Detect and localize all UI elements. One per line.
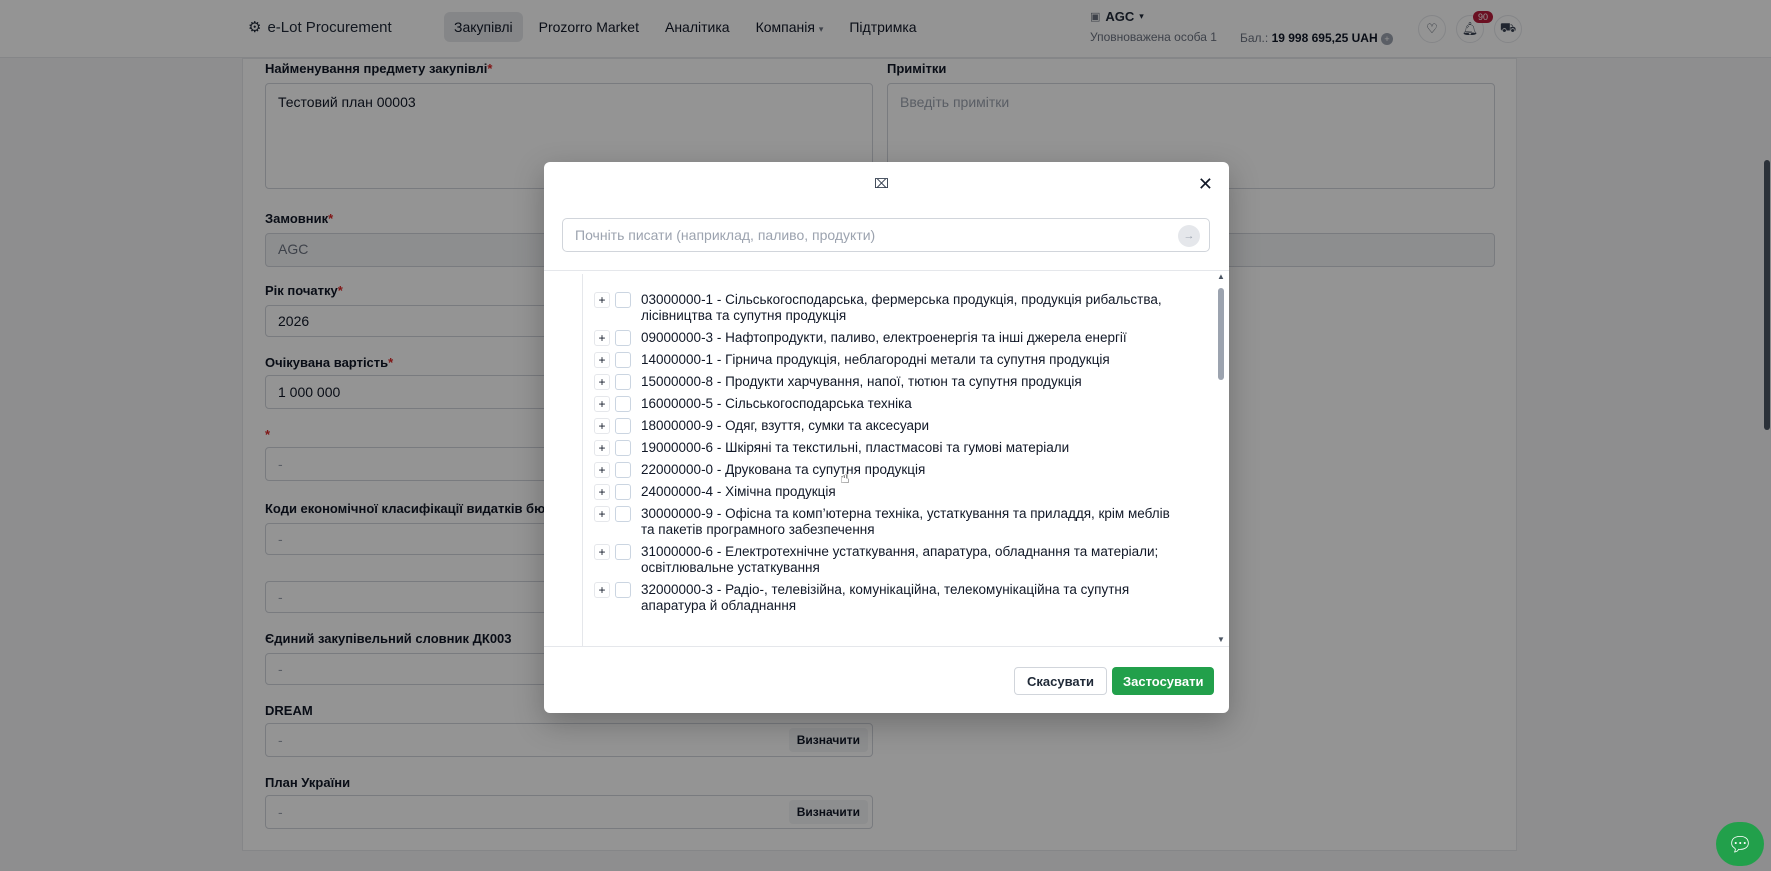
tree-item-checkbox[interactable]: [615, 292, 631, 308]
tree-item[interactable]: +03000000-1 - Сільськогосподарська, ферм…: [594, 292, 1202, 324]
tree-item-checkbox[interactable]: [615, 374, 631, 390]
cpv-search-input[interactable]: [562, 218, 1210, 252]
expand-plus-icon[interactable]: +: [594, 544, 610, 560]
scroll-down-icon[interactable]: ▼: [1217, 635, 1225, 644]
tree-item-checkbox[interactable]: [615, 440, 631, 456]
tree-item-label: 16000000-5 - Сільськогосподарська технік…: [641, 396, 912, 411]
tree-item-checkbox[interactable]: [615, 352, 631, 368]
scroll-thumb[interactable]: [1218, 288, 1224, 380]
cpv-tree: +03000000-1 - Сільськогосподарська, ферм…: [562, 274, 1202, 646]
tree-item-label: 19000000-6 - Шкіряні та текстильні, плас…: [641, 440, 1070, 455]
tree-item-label: 31000000-6 - Електротехнічне устаткуванн…: [641, 544, 1159, 575]
expand-plus-icon[interactable]: +: [594, 506, 610, 522]
expand-plus-icon[interactable]: +: [594, 484, 610, 500]
expand-plus-icon[interactable]: +: [594, 396, 610, 412]
scroll-up-icon[interactable]: ▲: [1217, 272, 1225, 281]
tree-item-label: 18000000-9 - Одяг, взуття, сумки та аксе…: [641, 418, 930, 433]
tree-scrollbar[interactable]: ▲ ▼: [1217, 272, 1225, 644]
tree-item-label: 14000000-1 - Гірнича продукція, неблагор…: [641, 352, 1110, 367]
apply-button[interactable]: Застосувати: [1112, 667, 1215, 695]
tree-item[interactable]: +19000000-6 - Шкіряні та текстильні, пла…: [594, 440, 1202, 456]
divider: [544, 270, 1229, 271]
tree-item-checkbox[interactable]: [615, 462, 631, 478]
expand-plus-icon[interactable]: +: [594, 440, 610, 456]
chat-icon[interactable]: 💬︎: [1716, 822, 1764, 866]
arrow-right-icon[interactable]: →: [1178, 225, 1200, 247]
tree-item-checkbox[interactable]: [615, 418, 631, 434]
expand-plus-icon[interactable]: +: [594, 374, 610, 390]
mouse-cursor-icon: ☝: [840, 470, 850, 487]
tree-item-checkbox[interactable]: [615, 506, 631, 522]
tree-item-label: 32000000-3 - Радіо-, телевізійна, комуні…: [641, 582, 1130, 613]
divider: [544, 646, 1229, 647]
tree-item[interactable]: +18000000-9 - Одяг, взуття, сумки та акс…: [594, 418, 1202, 434]
tree-item[interactable]: +31000000-6 - Електротехнічне устаткуван…: [594, 544, 1202, 576]
tree-item-label: 15000000-8 - Продукти харчування, напої,…: [641, 374, 1082, 389]
tree-item-checkbox[interactable]: [615, 396, 631, 412]
close-icon[interactable]: ✕: [1198, 174, 1213, 195]
expand-plus-icon[interactable]: +: [594, 462, 610, 478]
tree-guide-line: [582, 274, 583, 646]
tree-item-label: 30000000-9 - Офісна та комп’ютерна техні…: [641, 506, 1170, 537]
tree-item-label: 03000000-1 - Сільськогосподарська, ферме…: [641, 292, 1162, 323]
tree-item[interactable]: +22000000-0 - Друкована та супутня проду…: [594, 462, 1202, 478]
tree-item-label: 22000000-0 - Друкована та супутня продук…: [641, 462, 926, 477]
tree-item[interactable]: +24000000-4 - Хімічна продукція: [594, 484, 1202, 500]
tree-item[interactable]: +14000000-1 - Гірнича продукція, неблаго…: [594, 352, 1202, 368]
tree-item[interactable]: +32000000-3 - Радіо-, телевізійна, комун…: [594, 582, 1202, 614]
cpv-picker-modal: ⌧ ✕ → +03000000-1 - Сільськогосподарська…: [544, 162, 1229, 713]
tree-item-checkbox[interactable]: [615, 544, 631, 560]
tree-item[interactable]: +15000000-8 - Продукти харчування, напої…: [594, 374, 1202, 390]
tree-item[interactable]: +30000000-9 - Офісна та комп’ютерна техн…: [594, 506, 1202, 538]
tree-item-checkbox[interactable]: [615, 330, 631, 346]
expand-plus-icon[interactable]: +: [594, 352, 610, 368]
expand-plus-icon[interactable]: +: [594, 292, 610, 308]
tree-item[interactable]: +16000000-5 - Сільськогосподарська техні…: [594, 396, 1202, 412]
cancel-button[interactable]: Скасувати: [1014, 667, 1107, 695]
expand-plus-icon[interactable]: +: [594, 330, 610, 346]
tree-item-label: 24000000-4 - Хімічна продукція: [641, 484, 836, 499]
tree-item-checkbox[interactable]: [615, 582, 631, 598]
tree-item-checkbox[interactable]: [615, 484, 631, 500]
tree-item-label: 09000000-3 - Нафтопродукти, паливо, елек…: [641, 330, 1127, 345]
expand-plus-icon[interactable]: +: [594, 418, 610, 434]
expand-plus-icon[interactable]: +: [594, 582, 610, 598]
dictionary-icon: ⌧: [874, 176, 889, 191]
tree-item[interactable]: +09000000-3 - Нафтопродукти, паливо, еле…: [594, 330, 1202, 346]
